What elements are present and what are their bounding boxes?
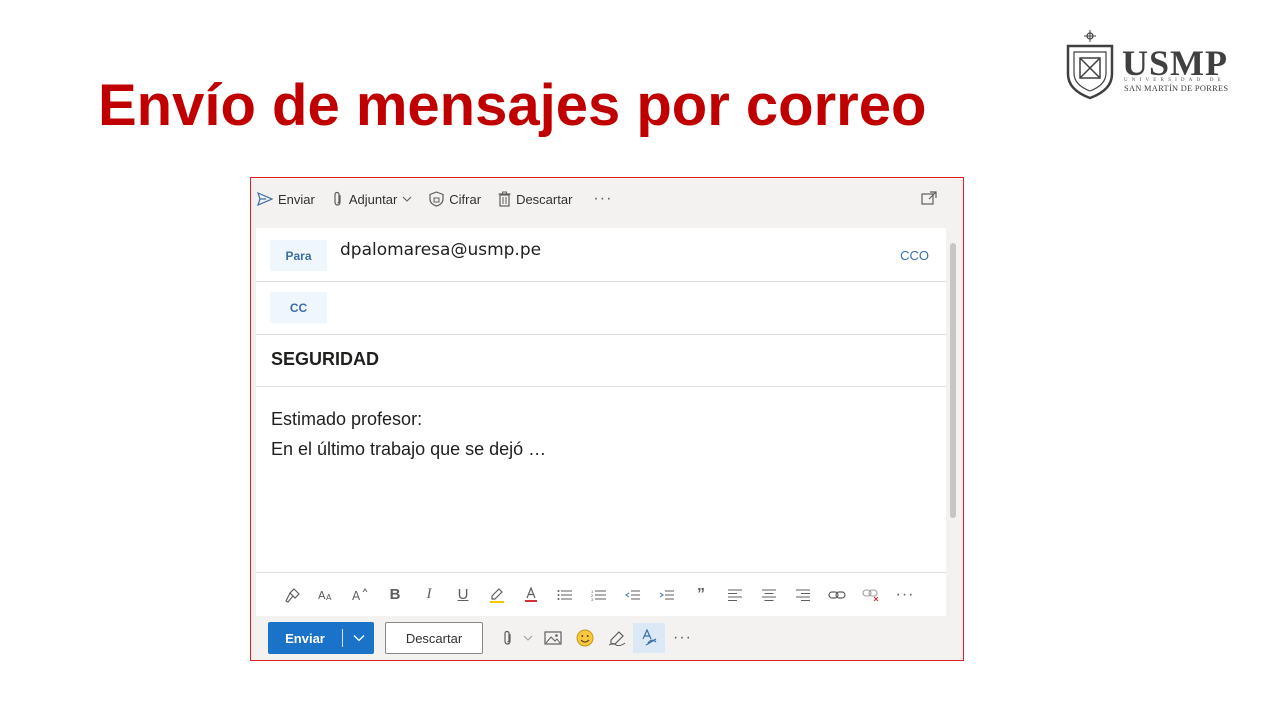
top-toolbar: Enviar Adjuntar Cifrar Descartar ··· xyxy=(251,178,963,220)
font-color-icon[interactable] xyxy=(514,580,548,610)
to-label-button[interactable]: Para xyxy=(270,240,327,271)
seal-icon xyxy=(1066,30,1114,100)
encrypt-toolbar-button[interactable]: Cifrar xyxy=(429,191,481,207)
svg-text:3: 3 xyxy=(591,597,594,601)
slide-title: Envío de mensajes por correo xyxy=(98,73,927,138)
underline-icon[interactable]: U xyxy=(446,580,480,610)
logo-subtitle-2: SAN MARTÍN DE PORRES xyxy=(1124,84,1229,93)
align-center-icon[interactable] xyxy=(752,580,786,610)
font-size-icon[interactable]: AA xyxy=(310,580,344,610)
bottom-toolbar: Enviar Descartar ··· xyxy=(256,616,946,660)
editor-spellcheck-icon[interactable] xyxy=(633,623,665,653)
discard-button[interactable]: Descartar xyxy=(385,622,483,654)
svg-text:A: A xyxy=(318,589,326,602)
usmp-logo: USMP UNIVERSIDAD DE SAN MARTÍN DE PORRES xyxy=(1064,30,1236,102)
format-painter-icon[interactable] xyxy=(276,580,310,610)
format-toolbar: AA A B I U 123 ” ··· xyxy=(256,572,946,616)
quote-icon[interactable]: ” xyxy=(684,580,718,610)
logo-subtitle: UNIVERSIDAD DE xyxy=(1124,78,1225,83)
send-toolbar-button[interactable]: Enviar xyxy=(257,191,315,207)
discard-toolbar-button[interactable]: Descartar xyxy=(498,191,572,207)
body-line-2: En el último trabajo que se dejó … xyxy=(271,439,547,459)
attach-paperclip-icon[interactable] xyxy=(497,623,519,653)
attach-toolbar-label: Adjuntar xyxy=(348,191,398,207)
compose-area: Para dpalomaresa@usmp.pe CCO CC SEGURIDA… xyxy=(256,228,946,623)
emoji-icon[interactable] xyxy=(569,623,601,653)
signature-icon[interactable] xyxy=(601,623,633,653)
send-options-chevron-icon[interactable] xyxy=(343,634,374,642)
link-icon[interactable] xyxy=(820,580,854,610)
send-icon xyxy=(257,191,273,207)
cc-label-button[interactable]: CC xyxy=(270,292,327,323)
mail-compose-window: Enviar Adjuntar Cifrar Descartar ··· Par… xyxy=(250,177,964,661)
paperclip-icon xyxy=(334,191,341,206)
subject-row: SEGURIDAD xyxy=(256,335,946,387)
align-right-icon[interactable] xyxy=(786,580,820,610)
attach-chevron-down-icon[interactable] xyxy=(519,623,537,653)
more-format-options[interactable]: ··· xyxy=(888,580,922,610)
more-bottom-options[interactable]: ··· xyxy=(673,629,692,647)
send-button-divider xyxy=(342,629,343,647)
shield-lock-icon xyxy=(429,191,444,207)
to-field[interactable]: dpalomaresa@usmp.pe xyxy=(340,240,541,260)
numbering-icon[interactable]: 123 xyxy=(582,580,616,610)
scrollbar[interactable] xyxy=(950,243,956,518)
align-left-icon[interactable] xyxy=(718,580,752,610)
more-options-toolbar[interactable]: ··· xyxy=(593,190,612,208)
popout-icon[interactable] xyxy=(921,191,937,206)
encrypt-toolbar-label: Cifrar xyxy=(449,191,482,207)
message-body[interactable]: Estimado profesor: En el último trabajo … xyxy=(271,404,546,464)
cc-row: CC xyxy=(256,282,946,335)
increase-indent-icon[interactable] xyxy=(650,580,684,610)
italic-icon[interactable]: I xyxy=(412,580,446,610)
image-icon[interactable] xyxy=(537,623,569,653)
send-button[interactable]: Enviar xyxy=(268,622,374,654)
send-button-label: Enviar xyxy=(285,630,325,646)
send-toolbar-label: Enviar xyxy=(278,191,315,207)
discard-toolbar-label: Descartar xyxy=(516,191,573,207)
bold-icon[interactable]: B xyxy=(378,580,412,610)
attach-toolbar-button[interactable]: Adjuntar xyxy=(332,191,412,207)
decrease-indent-icon[interactable] xyxy=(616,580,650,610)
to-row: Para dpalomaresa@usmp.pe CCO xyxy=(256,228,946,282)
trash-icon xyxy=(498,191,511,207)
chevron-down-icon xyxy=(402,196,412,202)
highlight-icon[interactable] xyxy=(480,580,514,610)
svg-text:A: A xyxy=(326,593,332,602)
remove-link-icon[interactable] xyxy=(854,580,888,610)
subject-field[interactable]: SEGURIDAD xyxy=(271,349,379,370)
body-line-1: Estimado profesor: xyxy=(271,409,423,429)
grow-font-icon[interactable]: A xyxy=(344,580,378,610)
bullets-icon[interactable] xyxy=(548,580,582,610)
bcc-link[interactable]: CCO xyxy=(900,248,929,263)
svg-text:A: A xyxy=(352,589,361,602)
